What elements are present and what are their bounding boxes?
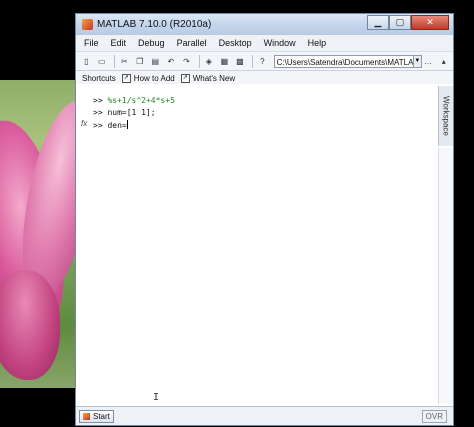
- start-label: Start: [93, 412, 110, 421]
- whats-new-label: What's New: [192, 73, 236, 83]
- command-text: den=: [107, 121, 127, 130]
- menu-edit[interactable]: Edit: [105, 38, 133, 48]
- window-title: MATLAB 7.10.0 (R2010a): [97, 18, 212, 30]
- command-line: >> den=: [93, 120, 128, 130]
- open-file-icon[interactable]: ▭: [96, 54, 109, 68]
- info-icon: ↗: [180, 73, 190, 83]
- start-button[interactable]: Start: [79, 410, 114, 423]
- browse-folder-icon[interactable]: …: [422, 54, 435, 68]
- toolbar-separator: [252, 54, 254, 68]
- shortcuts-button[interactable]: Shortcuts: [82, 74, 116, 83]
- maximize-button[interactable]: ▢: [389, 15, 411, 30]
- matlab-logo-icon: [82, 18, 93, 30]
- text-cursor: [126, 120, 128, 129]
- menu-bar: File Edit Debug Parallel Desktop Window …: [76, 34, 453, 51]
- menu-help[interactable]: Help: [302, 38, 333, 48]
- guide-icon[interactable]: ▦: [218, 54, 231, 68]
- overwrite-indicator: OVR: [421, 410, 447, 423]
- current-directory-field[interactable]: C:\Users\Satendra\Documents\MATLAB: [273, 54, 414, 68]
- menu-parallel[interactable]: Parallel: [171, 38, 213, 48]
- info-icon: ↗: [121, 73, 131, 83]
- prompt: >>: [93, 96, 108, 105]
- tulip-petal: [0, 270, 60, 380]
- toolbar-separator: [114, 54, 115, 68]
- minimize-button[interactable]: ▁: [367, 15, 389, 30]
- side-strip: [438, 148, 453, 404]
- command-text: %s+1/s^2+4*s+5: [107, 96, 175, 105]
- menu-desktop[interactable]: Desktop: [213, 38, 258, 48]
- paste-icon[interactable]: ▤: [149, 54, 162, 68]
- prompt: >>: [93, 108, 108, 117]
- desktop-wallpaper: [0, 80, 75, 388]
- toolbar: ▯ ▭ ✂ ❐ ▤ ↶ ↷ ◈ ▦ ▩ ? C:\Users\Satendra\…: [76, 51, 453, 71]
- redo-icon[interactable]: ↷: [180, 54, 193, 68]
- command-window[interactable]: >> %s+1/s^2+4*s+5 >> num=[1 1]; fx >> de…: [80, 86, 438, 404]
- command-text: num=[1 1];: [107, 108, 156, 117]
- prompt: >>: [93, 121, 108, 130]
- matlab-start-icon: [83, 413, 90, 420]
- new-file-icon[interactable]: ▯: [80, 54, 93, 68]
- command-window-panel: >> %s+1/s^2+4*s+5 >> num=[1 1]; fx >> de…: [76, 84, 453, 407]
- help-icon[interactable]: ?: [256, 54, 269, 68]
- menu-window[interactable]: Window: [258, 38, 302, 48]
- cut-icon[interactable]: ✂: [118, 54, 131, 68]
- function-browser-icon[interactable]: fx: [81, 119, 87, 128]
- title-bar[interactable]: MATLAB 7.10.0 (R2010a) ▁ ▢ ✕: [76, 14, 453, 34]
- simulink-icon[interactable]: ◈: [203, 54, 216, 68]
- matlab-window: MATLAB 7.10.0 (R2010a) ▁ ▢ ✕ File Edit D…: [75, 13, 454, 426]
- how-to-add-label: How to Add: [133, 73, 175, 83]
- menu-debug[interactable]: Debug: [132, 38, 171, 48]
- profiler-icon[interactable]: ▩: [234, 54, 247, 68]
- shortcuts-label: Shortcuts: [82, 73, 116, 83]
- undo-icon[interactable]: ↶: [165, 54, 178, 68]
- directory-dropdown-icon[interactable]: ▼: [413, 54, 422, 68]
- toolbar-separator: [198, 54, 200, 68]
- mouse-ibeam-cursor: I: [153, 392, 160, 403]
- command-line: >> %s+1/s^2+4*s+5: [93, 96, 175, 105]
- copy-icon[interactable]: ❐: [134, 54, 147, 68]
- status-bar: Start OVR: [76, 406, 453, 425]
- close-button[interactable]: ✕: [411, 15, 449, 30]
- up-folder-icon[interactable]: ▴: [437, 54, 450, 68]
- how-to-add-link[interactable]: ↗ How to Add: [121, 73, 175, 83]
- workspace-tab[interactable]: Workspace: [438, 86, 453, 146]
- menu-file[interactable]: File: [78, 38, 105, 48]
- command-line: >> num=[1 1];: [93, 108, 156, 117]
- whats-new-link[interactable]: ↗ What's New: [180, 73, 236, 83]
- workspace-tab-label: Workspace: [441, 96, 451, 136]
